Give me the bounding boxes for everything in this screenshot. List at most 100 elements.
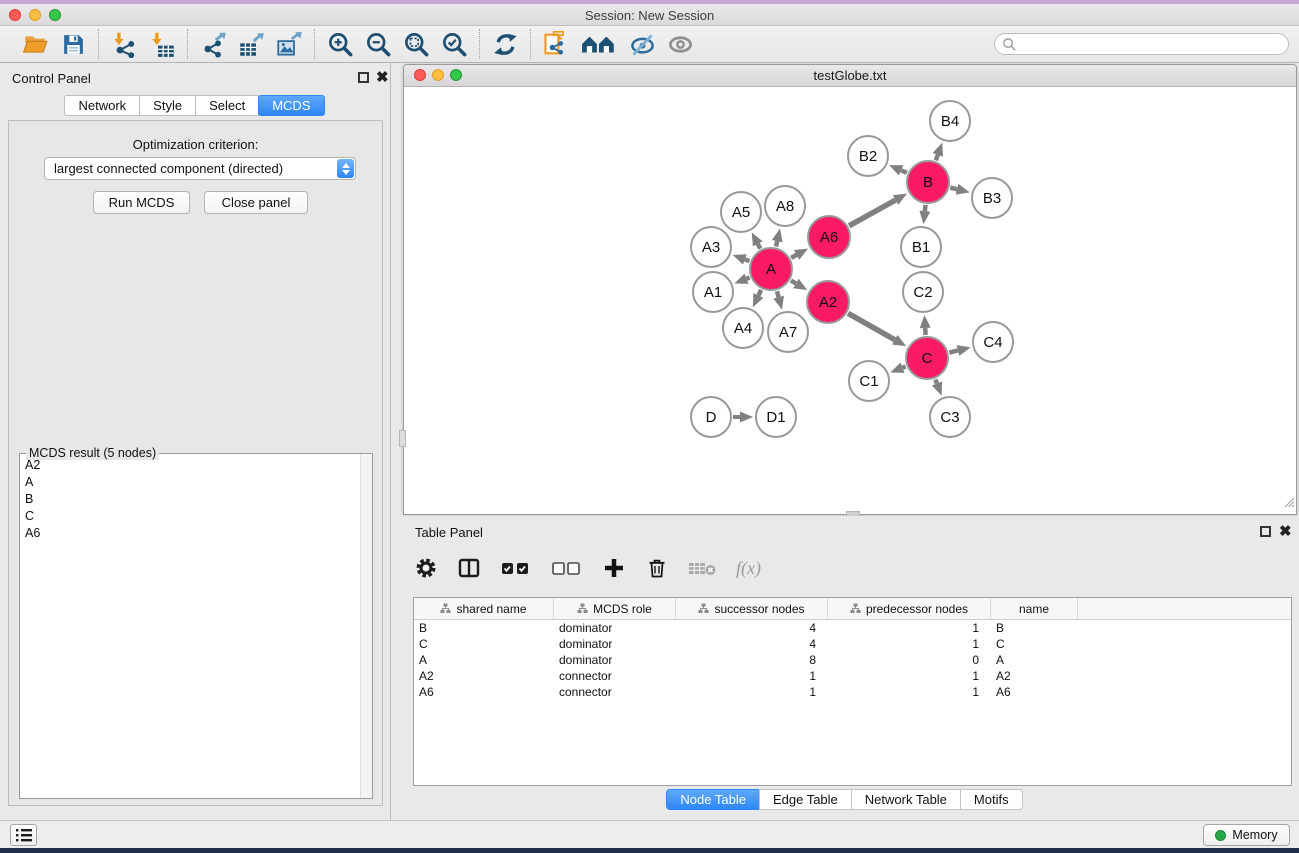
function-builder-icon[interactable]: f(x) [736, 558, 761, 579]
table-cell[interactable]: 1 [676, 684, 828, 700]
save-session-icon[interactable] [58, 29, 88, 59]
run-mcds-button[interactable]: Run MCDS [93, 191, 190, 214]
table-cell[interactable]: 1 [828, 668, 991, 684]
graph-node[interactable]: C1 [849, 361, 889, 401]
column-header[interactable]: predecessor nodes [828, 598, 991, 619]
export-network-icon[interactable] [198, 29, 228, 59]
splitpane-handle-left[interactable] [399, 430, 406, 447]
graph-node[interactable]: D1 [756, 397, 796, 437]
graph-node[interactable]: A [750, 248, 792, 290]
import-table-icon[interactable] [147, 29, 177, 59]
node-table-header[interactable]: shared nameMCDS rolesuccessor nodesprede… [414, 598, 1291, 620]
column-header[interactable]: shared name [414, 598, 554, 619]
criterion-dropdown[interactable]: largest connected component (directed) [44, 157, 356, 180]
graph-node[interactable]: A4 [723, 308, 763, 348]
deselect-all-checks-icon[interactable] [550, 555, 584, 581]
table-row[interactable]: A6connector11A6 [414, 684, 1291, 700]
graph-node[interactable]: B4 [930, 101, 970, 141]
home-icon[interactable] [579, 29, 619, 59]
table-cell[interactable]: 4 [676, 636, 828, 652]
graph-node[interactable]: A2 [807, 281, 849, 323]
table-cell[interactable]: A2 [991, 668, 1078, 684]
graph-node[interactable]: C [906, 337, 948, 379]
zoom-selected-icon[interactable] [439, 29, 469, 59]
mcds-result-item[interactable]: C [21, 508, 359, 525]
table-options-gear-icon[interactable] [413, 555, 439, 581]
resize-grip-icon[interactable] [1282, 494, 1294, 512]
graph-edge[interactable] [758, 244, 761, 249]
table-row[interactable]: A2connector11A2 [414, 668, 1291, 684]
tab-edge-table[interactable]: Edge Table [759, 789, 852, 810]
column-header[interactable]: name [991, 598, 1078, 619]
graph-node[interactable]: A3 [691, 227, 731, 267]
table-cell[interactable]: 0 [828, 652, 991, 668]
table-cell[interactable]: A [991, 652, 1078, 668]
zoom-out-icon[interactable] [363, 29, 393, 59]
table-float-panel-icon[interactable] [1260, 526, 1271, 537]
tab-mcds[interactable]: MCDS [258, 95, 324, 116]
graph-edge[interactable] [776, 241, 777, 246]
graph-edge[interactable] [746, 277, 749, 278]
hide-selected-icon[interactable] [627, 29, 657, 59]
graph-edge[interactable] [745, 259, 750, 261]
table-cell[interactable]: C [991, 636, 1078, 652]
table-cell[interactable]: 4 [676, 620, 828, 636]
search-field[interactable] [994, 33, 1289, 55]
graph-edge[interactable] [925, 205, 926, 211]
table-cell[interactable]: A6 [991, 684, 1078, 700]
import-network-icon[interactable] [109, 29, 139, 59]
graph-node[interactable]: A8 [765, 186, 805, 226]
tab-style[interactable]: Style [139, 95, 196, 116]
export-image-icon[interactable] [274, 29, 304, 59]
graph-node[interactable]: C2 [903, 272, 943, 312]
task-history-button[interactable] [10, 824, 37, 846]
zoom-fit-icon[interactable] [401, 29, 431, 59]
graph-node[interactable]: C3 [930, 397, 970, 437]
table-cell[interactable]: 8 [676, 652, 828, 668]
graph-edge[interactable] [902, 366, 905, 367]
tab-network-table[interactable]: Network Table [851, 789, 961, 810]
show-all-icon[interactable] [665, 29, 695, 59]
table-cell[interactable]: 1 [828, 684, 991, 700]
graph-edge[interactable] [936, 155, 938, 160]
table-cell[interactable]: dominator [554, 620, 676, 636]
mcds-result-item[interactable]: B [21, 491, 359, 508]
graph-edge[interactable] [777, 291, 779, 297]
graph-edge[interactable] [935, 379, 937, 383]
network-window-titlebar[interactable]: testGlobe.txt [404, 65, 1296, 87]
zoom-in-icon[interactable] [325, 29, 355, 59]
select-all-checks-icon[interactable] [499, 555, 533, 581]
graph-edge[interactable] [849, 200, 896, 226]
graph-node[interactable]: B1 [901, 227, 941, 267]
table-cell[interactable]: 1 [676, 668, 828, 684]
graph-edge[interactable] [758, 290, 761, 296]
column-header[interactable]: MCDS role [554, 598, 676, 619]
graph-edge[interactable] [901, 170, 907, 173]
graph-node[interactable]: C4 [973, 322, 1013, 362]
table-cell[interactable]: A2 [414, 668, 554, 684]
table-row[interactable]: Cdominator41C [414, 636, 1291, 652]
table-close-panel-icon[interactable]: ✖ [1279, 526, 1292, 537]
table-cell[interactable]: B [991, 620, 1078, 636]
table-cell[interactable]: C [414, 636, 554, 652]
graph-node[interactable]: B3 [972, 178, 1012, 218]
column-header[interactable]: successor nodes [676, 598, 828, 619]
table-cell[interactable]: connector [554, 684, 676, 700]
table-cell[interactable]: 1 [828, 620, 991, 636]
graph-edge[interactable] [848, 313, 895, 339]
graph-node[interactable]: A5 [721, 192, 761, 232]
graph-node[interactable]: A7 [768, 312, 808, 352]
show-columns-icon[interactable] [456, 555, 482, 581]
close-panel-button[interactable]: Close panel [204, 191, 308, 214]
open-file-icon[interactable] [20, 29, 50, 59]
delete-table-icon[interactable] [687, 555, 719, 581]
network-canvas[interactable]: B4B2BB3A5A8A6A3AB1A1C2A2A4A7C4CC1DD1C3 [404, 87, 1296, 514]
table-cell[interactable]: dominator [554, 652, 676, 668]
table-cell[interactable]: connector [554, 668, 676, 684]
node-table[interactable]: shared nameMCDS rolesuccessor nodesprede… [413, 597, 1292, 786]
export-table-icon[interactable] [236, 29, 266, 59]
graph-node[interactable]: B [907, 161, 949, 203]
graph-edge[interactable] [791, 281, 796, 284]
table-row[interactable]: Adominator80A [414, 652, 1291, 668]
mcds-result-item[interactable]: A2 [21, 457, 359, 474]
